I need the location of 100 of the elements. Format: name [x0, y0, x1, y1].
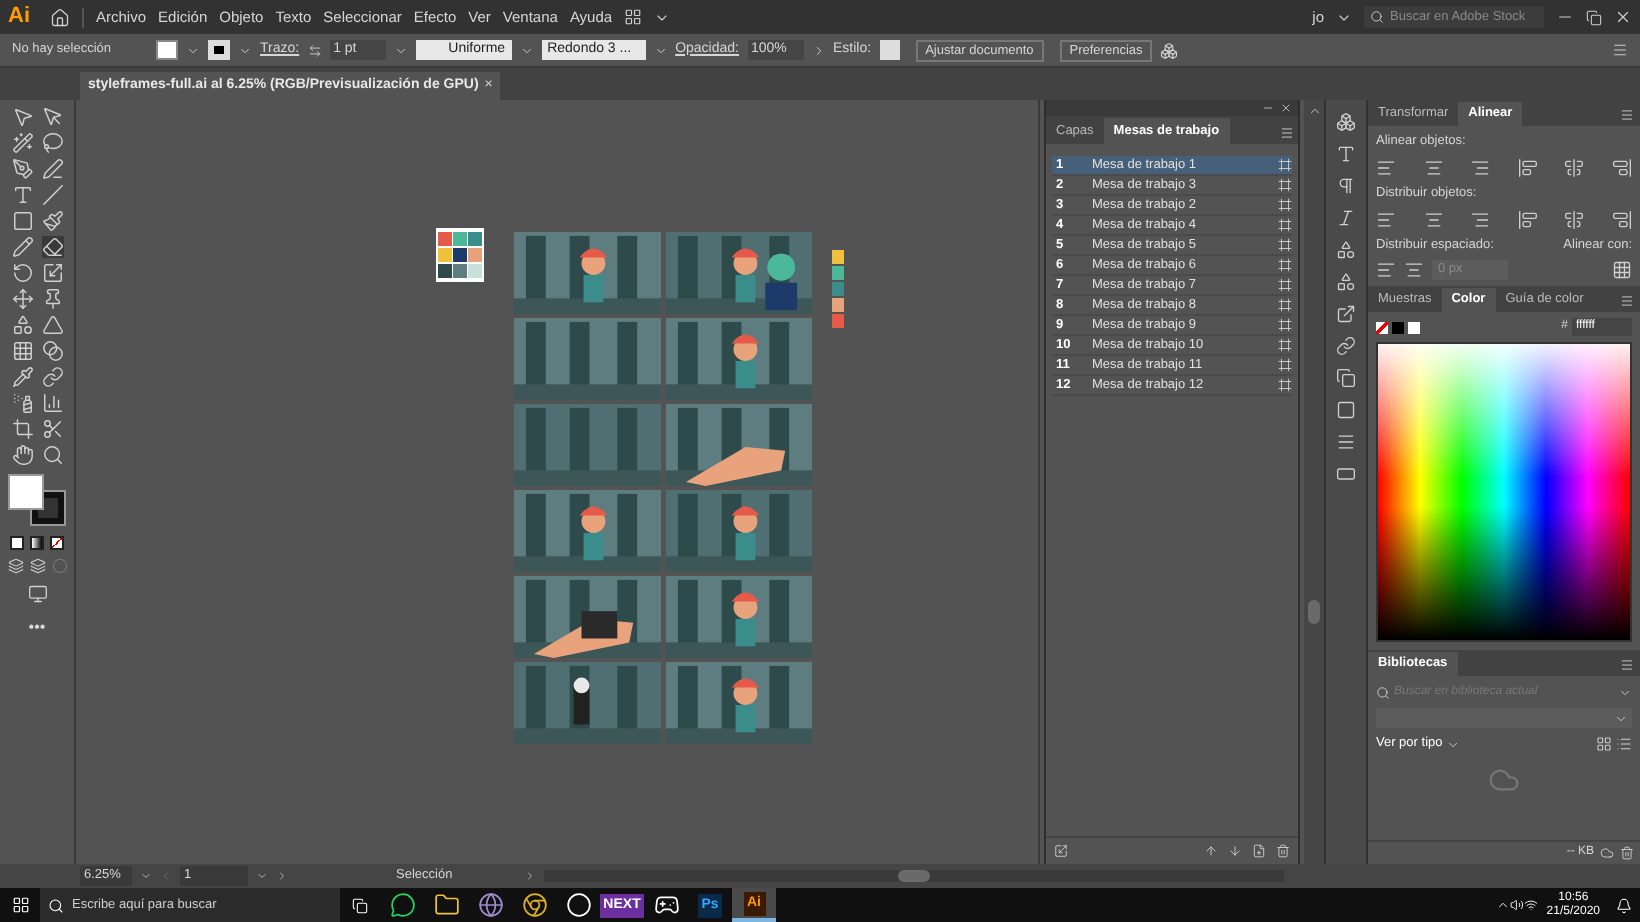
puppet-warp-tool-icon[interactable] [41, 288, 63, 310]
list-view-icon[interactable] [1616, 736, 1632, 753]
notifications-icon[interactable] [1616, 897, 1632, 913]
pencil-tool-icon[interactable] [11, 236, 33, 258]
perspective-tool-icon[interactable] [41, 314, 63, 336]
grid-view-icon[interactable] [1596, 736, 1612, 753]
rectangle-tool-icon[interactable] [11, 210, 33, 232]
eyedropper-tool-icon[interactable] [11, 366, 33, 388]
artboard-tool-icon[interactable] [11, 418, 33, 440]
artboard-options-icon[interactable] [1278, 358, 1292, 372]
delete-icon[interactable] [1276, 844, 1290, 858]
scale-tool-icon[interactable] [41, 262, 63, 284]
stepper-icon[interactable] [307, 43, 322, 57]
color-mode-button[interactable] [10, 536, 24, 550]
close-icon[interactable] [1614, 8, 1632, 26]
more-tools-button[interactable]: ••• [28, 616, 46, 640]
align-to-icon[interactable] [1612, 260, 1632, 281]
artboard-options-icon[interactable] [1278, 258, 1292, 272]
fill-stroke-swatches[interactable] [7, 474, 67, 528]
artboard-options-icon[interactable] [1278, 218, 1292, 232]
search-icon [48, 897, 64, 913]
align-center-icon[interactable] [1423, 157, 1444, 178]
pen-tool-icon[interactable] [11, 158, 33, 180]
search-icon [1376, 685, 1390, 700]
artboard-options-icon[interactable] [1278, 178, 1292, 192]
warp-tool-icon[interactable] [11, 288, 33, 310]
selection-tool-icon[interactable] [11, 106, 33, 128]
menu-icon[interactable] [1612, 42, 1628, 58]
volume-icon[interactable] [1510, 898, 1525, 912]
home-icon[interactable] [50, 7, 70, 27]
move-up-icon[interactable] [1204, 844, 1218, 858]
panel-menu-icon[interactable] [1620, 108, 1634, 122]
gamepad-icon [653, 892, 679, 918]
color-spectrum[interactable] [1376, 342, 1632, 643]
panel-menu-icon[interactable] [1620, 294, 1634, 309]
paintbrush-tool-icon[interactable] [41, 210, 63, 232]
default-fill-swatch[interactable] [1408, 321, 1420, 334]
paragraph-icon[interactable] [1336, 176, 1356, 196]
hand-tool-icon[interactable] [11, 444, 33, 466]
move-down-icon[interactable] [1228, 844, 1242, 858]
graph-tool-icon[interactable] [41, 392, 63, 414]
style-swatch[interactable] [879, 40, 900, 60]
artboard-options-icon[interactable] [1278, 198, 1292, 212]
none-mode-button[interactable] [50, 536, 64, 550]
scroll-up-icon[interactable] [1307, 104, 1321, 118]
rearrange-icon[interactable] [1054, 844, 1068, 858]
scrollbar-thumb[interactable] [1308, 600, 1320, 624]
artboard-options-icon[interactable] [1278, 318, 1292, 332]
zoom-tool-icon[interactable] [41, 444, 63, 466]
fill-swatch[interactable] [156, 40, 178, 60]
direct-selection-tool-icon[interactable] [41, 106, 63, 128]
network-icon[interactable] [1524, 898, 1539, 912]
artboard-options-icon[interactable] [1278, 378, 1292, 392]
gradient-mode-button[interactable] [30, 536, 44, 550]
gradient-tool-icon[interactable] [41, 340, 63, 362]
type-tool-icon[interactable] [11, 184, 33, 206]
links-icon[interactable] [1336, 336, 1356, 356]
artboard-options-icon[interactable] [1278, 238, 1292, 252]
artboard-options-icon[interactable] [1278, 158, 1292, 172]
sync-icon[interactable] [1600, 846, 1614, 860]
align-top-icon[interactable] [1517, 157, 1538, 178]
close-icon[interactable] [1280, 102, 1292, 114]
screen-mode-icon[interactable] [27, 584, 47, 604]
rotate-tool-icon[interactable] [11, 262, 33, 284]
transparency-icon[interactable] [1336, 400, 1356, 420]
align-left-icon[interactable] [1376, 157, 1396, 178]
panel-menu-icon[interactable] [1620, 658, 1634, 673]
line-tool-icon[interactable] [41, 184, 63, 206]
artboard-options-icon[interactable] [1278, 278, 1292, 292]
panel-menu-icon[interactable] [1280, 126, 1294, 140]
default-stroke-swatch[interactable] [1392, 321, 1404, 334]
horizontal-scrollbar[interactable] [544, 870, 1284, 882]
opentype-icon[interactable] [1336, 208, 1356, 228]
workspace-icon[interactable] [624, 8, 643, 26]
artboard-options-icon[interactable] [1278, 338, 1292, 352]
slice-tool-icon[interactable] [41, 418, 63, 440]
collapse-icon[interactable] [1262, 102, 1274, 114]
curvature-tool-icon[interactable] [41, 158, 63, 180]
export-icon[interactable] [1336, 304, 1356, 324]
stroke-swatch[interactable] [208, 40, 230, 60]
magic-wand-tool-icon[interactable] [11, 132, 33, 154]
align-middle-icon[interactable] [1564, 157, 1585, 178]
start-icon[interactable] [11, 896, 29, 914]
pathfinder-icon[interactable] [1336, 368, 1356, 388]
gradient-icon[interactable] [1336, 464, 1356, 484]
restore-icon[interactable] [1586, 9, 1602, 25]
tray-chevron-icon[interactable] [1496, 898, 1511, 912]
character-icon[interactable] [1336, 144, 1356, 164]
align-bottom-icon[interactable] [1611, 157, 1632, 178]
lasso-tool-icon[interactable] [41, 132, 63, 154]
artboard-options-icon[interactable] [1278, 298, 1292, 312]
task-view-icon[interactable] [352, 897, 368, 913]
delete-icon[interactable] [1620, 846, 1634, 860]
none-swatch[interactable] [1376, 321, 1388, 334]
mesh-tool-icon[interactable] [11, 340, 33, 362]
shape-builder-tool-icon[interactable] [11, 314, 33, 336]
align-right-icon[interactable] [1470, 157, 1491, 178]
eraser-tool-icon[interactable] [41, 236, 63, 258]
stroke-icon[interactable] [1336, 432, 1356, 452]
new-artboard-icon[interactable] [1252, 844, 1266, 858]
